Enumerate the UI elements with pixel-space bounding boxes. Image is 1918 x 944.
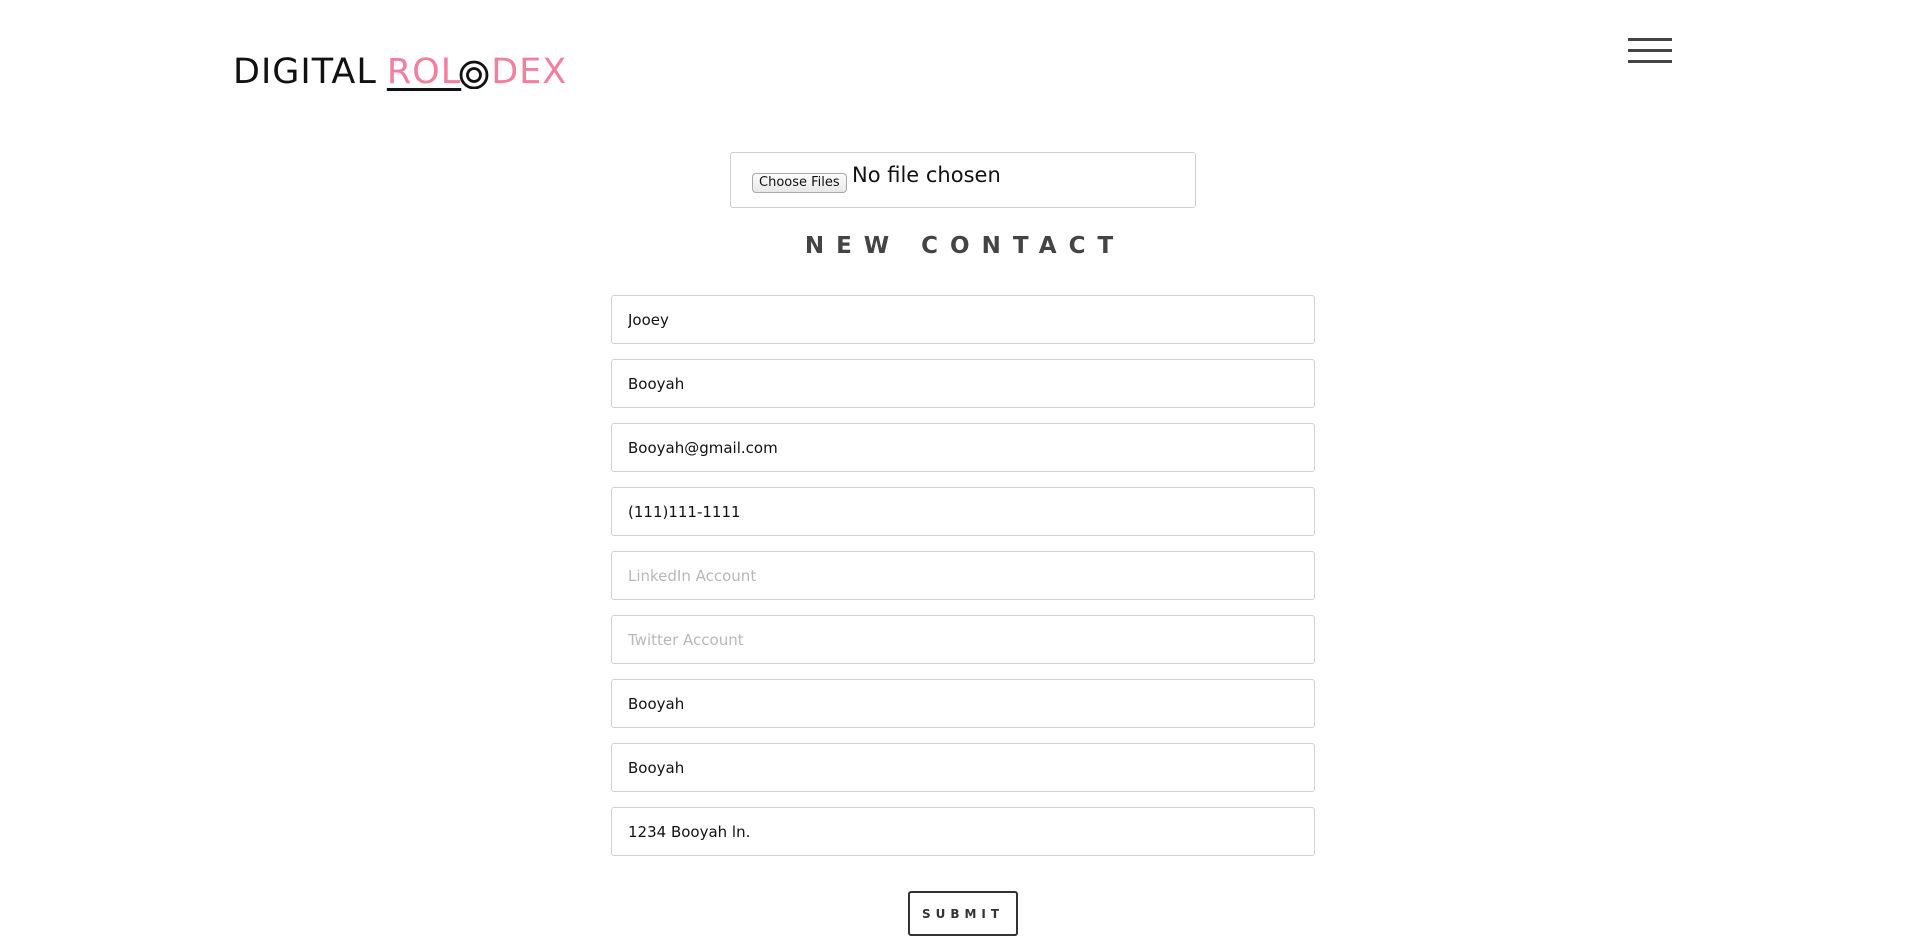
twitter-field[interactable] — [611, 615, 1315, 664]
last-name-field[interactable] — [611, 359, 1315, 408]
address-field[interactable] — [611, 807, 1315, 856]
logo-dex: DEX — [491, 52, 568, 92]
contact-form-fields — [611, 295, 1315, 871]
phone-field[interactable] — [611, 487, 1315, 536]
submit-button[interactable]: SUBMIT — [908, 891, 1018, 936]
logo[interactable]: DIGITAL ROL DEX — [233, 52, 567, 92]
logo-rolo: ROL — [386, 52, 462, 92]
page: DIGITAL ROL DEX Choose Files No file cho… — [0, 0, 1918, 944]
first-name-field[interactable] — [611, 295, 1315, 344]
linkedin-field[interactable] — [611, 551, 1315, 600]
file-upload: Choose Files No file chosen — [730, 152, 1196, 208]
logo-target-icon — [457, 55, 491, 89]
email-field[interactable] — [611, 423, 1315, 472]
logo-digital: DIGITAL — [233, 52, 377, 92]
field-8[interactable] — [611, 743, 1315, 792]
choose-files-button[interactable]: Choose Files — [752, 173, 847, 193]
hamburger-menu-icon[interactable] — [1628, 38, 1672, 66]
file-status-text: No file chosen — [852, 163, 1001, 187]
form-title: NEW CONTACT — [804, 233, 1126, 259]
field-7[interactable] — [611, 679, 1315, 728]
